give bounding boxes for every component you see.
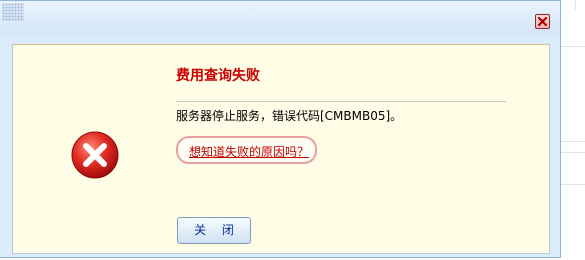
dialog-body: 费用查询失败 服务器停止服务，错误代码[CMBMB05]。 想知道失败的原因吗？… [12, 44, 550, 254]
error-icon [71, 131, 119, 179]
error-message: 服务器停止服务，错误代码[CMBMB05]。 [176, 109, 403, 123]
close-icon[interactable] [535, 14, 550, 29]
heading-divider [176, 101, 506, 102]
help-link-pill[interactable]: 想知道失败的原因吗？ [176, 136, 317, 164]
error-dialog: 费用查询失败 服务器停止服务，错误代码[CMBMB05]。 想知道失败的原因吗？… [0, 0, 561, 258]
close-button[interactable]: 关 闭 [177, 217, 251, 244]
background-divider [575, 0, 576, 10]
dialog-heading: 费用查询失败 [176, 68, 260, 84]
grip-icon[interactable] [2, 3, 24, 21]
dialog-titlebar[interactable] [0, 1, 560, 35]
why-failed-link[interactable]: 想知道失败的原因吗？ [189, 143, 309, 160]
